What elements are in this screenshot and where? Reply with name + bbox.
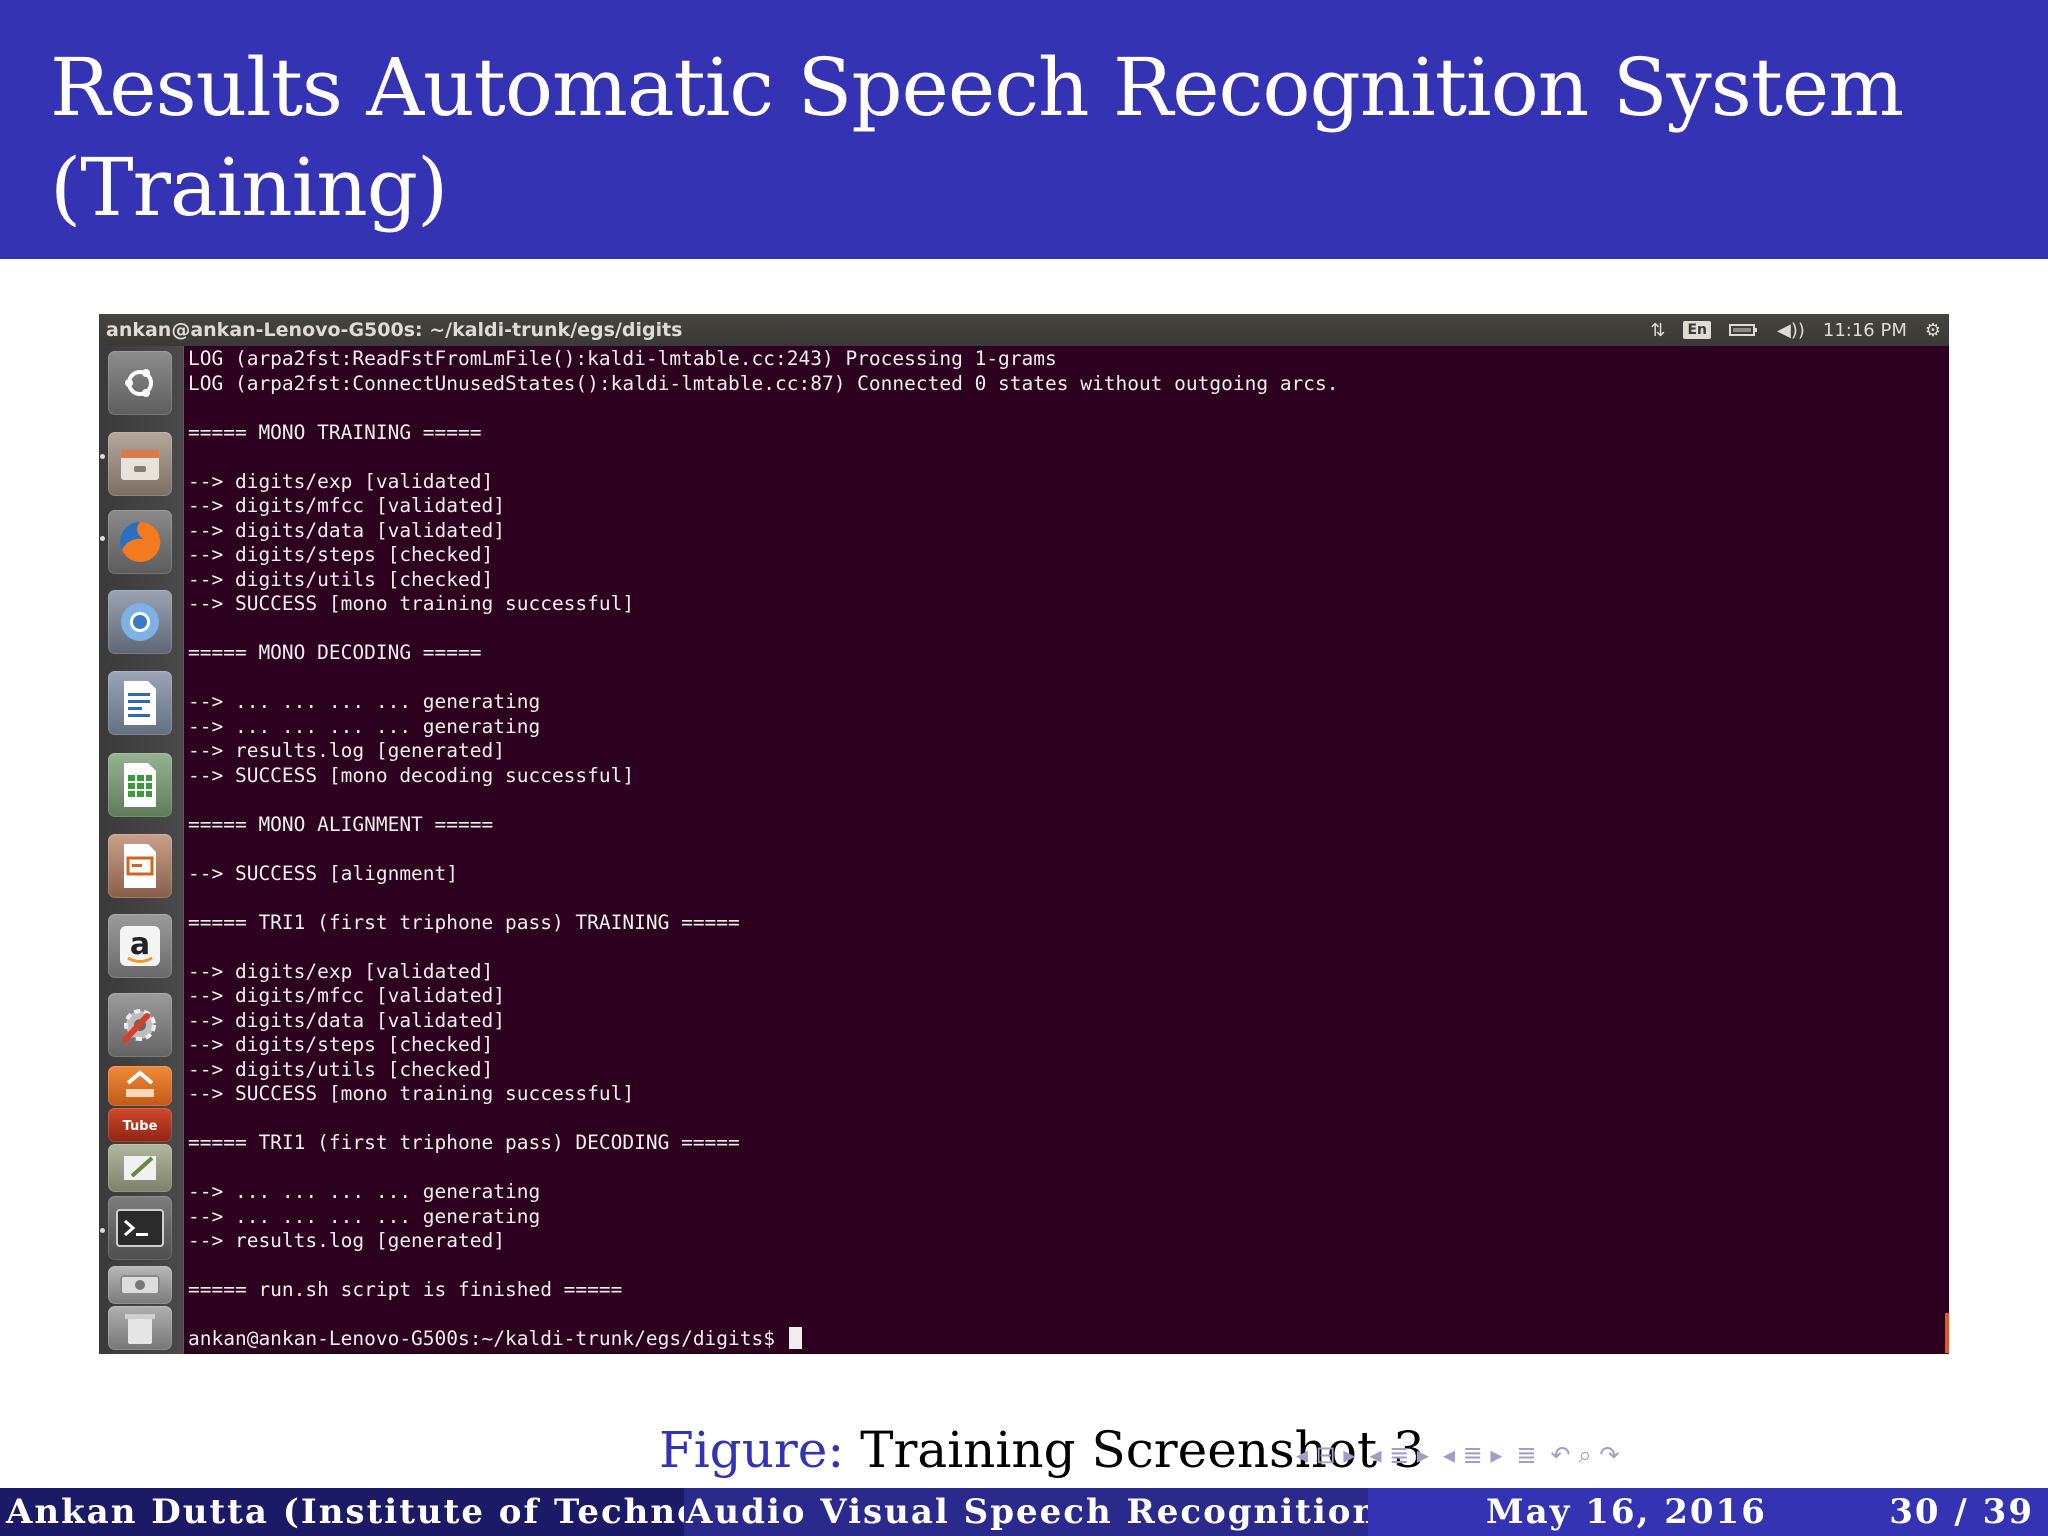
trash-icon[interactable] [108, 1306, 172, 1350]
battery-icon[interactable] [1728, 322, 1759, 338]
text-editor-icon[interactable] [108, 1144, 172, 1192]
amazon-icon[interactable]: a [108, 914, 172, 978]
running-indicator [100, 454, 105, 459]
terminal-screenshot: ankan@ankan-Lenovo-G500s: ~/kaldi-trunk/… [99, 314, 1949, 1354]
footer-author: Ankan Dutta (Institute of Technology, Ni… [6, 1492, 684, 1532]
nav-section-icon[interactable]: ◂ ≣ ▸ [1369, 1441, 1428, 1469]
firefox-icon[interactable] [108, 510, 172, 574]
clock[interactable]: 11:16 PM [1823, 320, 1907, 341]
svg-text:a: a [130, 927, 150, 962]
footer-title-block: Audio Visual Speech Recognition [684, 1488, 1368, 1536]
terminal-icon[interactable] [108, 1196, 172, 1260]
terminal-text: LOG (arpa2fst:ReadFstFromLmFile():kaldi-… [188, 347, 1339, 1350]
running-indicator [100, 536, 105, 541]
window-title: ankan@ankan-Lenovo-G500s: ~/kaldi-trunk/… [106, 319, 683, 341]
terminal-scrollbar[interactable] [1945, 1313, 1949, 1353]
top-panel: ankan@ankan-Lenovo-G500s: ~/kaldi-trunk/… [99, 314, 1949, 346]
impress-icon[interactable] [108, 834, 172, 898]
footer-talk-title: Audio Visual Speech Recognition [686, 1492, 1368, 1532]
software-center-icon[interactable] [108, 1066, 172, 1106]
youtube-icon[interactable]: Tube [108, 1108, 172, 1142]
nav-subsection-icon[interactable]: ◂ ≣ ▸ [1443, 1441, 1502, 1469]
beamer-navigation: ◂ ⊟ ▸ ◂ ≣ ▸ ◂ ≣ ▸ ≣ ↶ ⌕ ↷ [1296, 1437, 1619, 1473]
ubuntu-dash-icon[interactable] [108, 351, 172, 415]
unity-launcher: a Tube [99, 346, 184, 1354]
footer-page-number: 30 / 39 [1889, 1492, 2034, 1532]
calc-icon[interactable] [108, 753, 172, 817]
footer-date-block: May 16, 2016 30 / 39 [1368, 1488, 2048, 1536]
nav-frame-icon[interactable]: ◂ ⊟ ▸ [1296, 1441, 1355, 1469]
gear-icon[interactable]: ⚙ [1925, 320, 1941, 341]
terminal-cursor [788, 1327, 802, 1349]
footer-date: May 16, 2016 [1486, 1492, 1767, 1532]
svg-text:Tube: Tube [123, 1119, 158, 1134]
writer-icon[interactable] [108, 671, 172, 735]
disk-drive-icon[interactable] [108, 1266, 172, 1304]
slide-header: Results Automatic Speech Recognition Sys… [0, 0, 2048, 259]
slide-footer: Ankan Dutta (Institute of Technology, Ni… [0, 1488, 2048, 1536]
terminal-prompt: ankan@ankan-Lenovo-G500s:~/kaldi-trunk/e… [188, 1327, 787, 1350]
slide-title: Results Automatic Speech Recognition Sys… [50, 41, 1904, 234]
volume-icon[interactable]: ◀)) [1777, 320, 1805, 341]
nav-search-icon[interactable]: ↶ ⌕ ↷ [1551, 1441, 1620, 1469]
keyboard-language-indicator[interactable]: En [1683, 321, 1711, 339]
system-settings-icon[interactable] [108, 993, 172, 1057]
files-icon[interactable] [108, 432, 172, 496]
footer-author-block: Ankan Dutta (Institute of Technology, Ni… [0, 1488, 684, 1536]
terminal-output[interactable]: LOG (arpa2fst:ReadFstFromLmFile():kaldi-… [188, 347, 1943, 1350]
running-indicator [100, 1228, 105, 1233]
system-tray: ⇅ En ◀)) 11:16 PM ⚙ [1650, 314, 1941, 346]
caption-label: Figure: [659, 1421, 845, 1479]
network-arrows-icon[interactable]: ⇅ [1650, 320, 1665, 341]
nav-align-icon[interactable]: ≣ [1516, 1441, 1536, 1469]
chromium-icon[interactable] [108, 590, 172, 654]
